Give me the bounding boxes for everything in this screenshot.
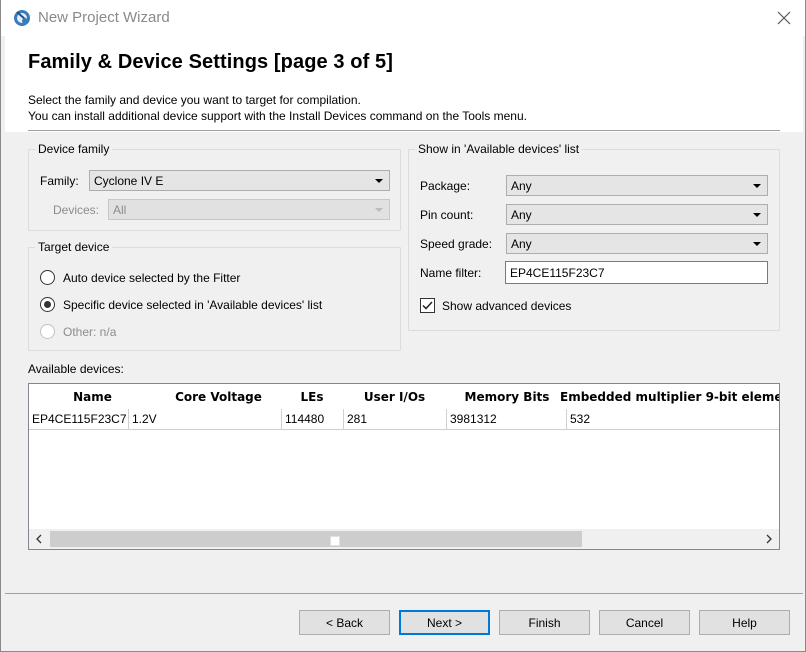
finish-button[interactable]: Finish (499, 610, 590, 635)
name-filter-input[interactable] (505, 261, 768, 284)
title-bar: New Project Wizard (1, 0, 805, 36)
column-header-core-voltage[interactable]: Core Voltage (156, 384, 281, 409)
speed-grade-select[interactable]: Any (506, 233, 768, 254)
next-button[interactable]: Next > (399, 610, 490, 635)
column-header-user-ios[interactable]: User I/Os (343, 384, 446, 409)
device-family-group-label: Device family (35, 142, 113, 156)
available-devices-table: Name Core Voltage LEs User I/Os Memory B… (28, 383, 780, 550)
radio-other-device-label: Other: n/a (63, 325, 117, 339)
new-project-wizard-window: New Project Wizard Family & Device Setti… (0, 0, 806, 652)
scrollbar-grip (330, 536, 340, 546)
back-button[interactable]: < Back (299, 610, 390, 635)
table-row[interactable]: EP4CE115F23C7 1.2V 114480 281 3981312 53… (29, 409, 779, 430)
header-separator (28, 130, 780, 131)
speed-grade-select-value: Any (511, 237, 532, 251)
radio-specific-device[interactable] (40, 297, 55, 312)
table-header-row: Name Core Voltage LEs User I/Os Memory B… (29, 384, 779, 409)
family-select[interactable]: Cyclone IV E (89, 170, 390, 191)
scrollbar-thumb[interactable] (50, 531, 582, 547)
description-line-2: You can install additional device suppor… (28, 109, 527, 123)
column-header-name[interactable]: Name (29, 384, 156, 409)
checkmark-icon (422, 301, 433, 310)
chevron-down-icon (753, 213, 761, 217)
target-device-group-label: Target device (35, 240, 113, 254)
chevron-down-icon (375, 179, 383, 183)
column-header-embedded-multiplier[interactable]: Embedded multiplier 9-bit elements (560, 384, 779, 409)
show-advanced-devices-checkbox[interactable] (420, 298, 435, 313)
cancel-button[interactable]: Cancel (599, 610, 690, 635)
devices-label: Devices: (53, 203, 100, 217)
available-devices-label: Available devices: (28, 362, 124, 376)
window-title: New Project Wizard (38, 9, 170, 26)
wizard-header: Family & Device Settings [page 3 of 5] S… (5, 36, 803, 132)
cell-embedded-multiplier: 532 (567, 409, 779, 430)
cell-name: EP4CE115F23C7 (29, 409, 129, 430)
radio-auto-device[interactable] (40, 270, 55, 285)
radio-specific-device-label[interactable]: Specific device selected in 'Available d… (63, 298, 322, 312)
chevron-down-icon (375, 208, 383, 212)
radio-auto-device-label[interactable]: Auto device selected by the Fitter (63, 271, 240, 285)
cell-les: 114480 (282, 409, 344, 430)
family-select-value: Cyclone IV E (94, 174, 164, 188)
footer-separator (5, 593, 803, 594)
cell-user-ios: 281 (344, 409, 447, 430)
horizontal-scrollbar[interactable] (29, 529, 779, 549)
filter-group-label: Show in 'Available devices' list (415, 142, 583, 156)
devices-select-value: All (113, 203, 127, 217)
description-line-1: Select the family and device you want to… (28, 93, 361, 107)
pin-count-select-value: Any (511, 208, 532, 222)
name-filter-label: Name filter: (420, 266, 482, 280)
family-label: Family: (40, 174, 79, 188)
devices-select[interactable]: All (108, 199, 390, 220)
column-header-les[interactable]: LEs (281, 384, 343, 409)
package-select-value: Any (511, 179, 532, 193)
chevron-down-icon (753, 242, 761, 246)
column-header-memory-bits[interactable]: Memory Bits (446, 384, 568, 409)
pin-count-select[interactable]: Any (506, 204, 768, 225)
package-label: Package: (420, 179, 471, 193)
cell-memory-bits: 3981312 (447, 409, 567, 430)
speed-grade-label: Speed grade: (420, 237, 493, 251)
help-button[interactable]: Help (699, 610, 790, 635)
scroll-left-icon[interactable] (29, 529, 49, 549)
quartus-app-icon (12, 8, 32, 28)
close-icon[interactable] (769, 4, 799, 32)
cell-core-voltage: 1.2V (129, 409, 282, 430)
scroll-right-icon[interactable] (759, 529, 779, 549)
chevron-down-icon (753, 184, 761, 188)
page-title: Family & Device Settings [page 3 of 5] (28, 51, 394, 73)
show-advanced-devices-label[interactable]: Show advanced devices (442, 299, 571, 313)
pin-count-label: Pin count: (420, 208, 474, 222)
radio-other-device[interactable] (40, 324, 55, 339)
package-select[interactable]: Any (506, 175, 768, 196)
